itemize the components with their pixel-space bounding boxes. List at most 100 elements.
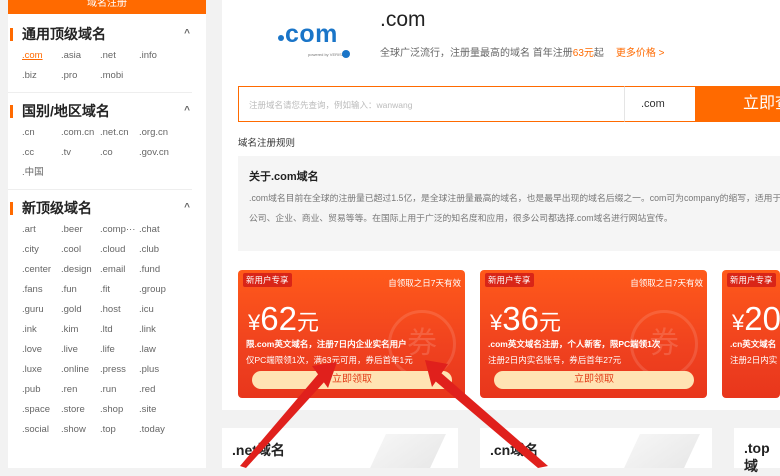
coupon-validity: 自领取之日7天有效	[388, 278, 461, 288]
category-header[interactable]: 新顶级域名 ^	[10, 196, 206, 220]
search-button[interactable]: 立即查询	[696, 86, 780, 122]
tld-link[interactable]: .cool	[61, 240, 100, 260]
tld-link[interactable]: .law	[139, 340, 178, 360]
tld-link[interactable]: .club	[139, 240, 178, 260]
tld-link[interactable]: .beer	[61, 220, 100, 240]
tld-list: .cn .com.cn .net.cn .org.cn .cc .tv .co .gov.cn…	[22, 123, 190, 183]
chevron-up-icon[interactable]: ^	[184, 22, 190, 46]
tld-link[interactable]: .red	[139, 380, 178, 400]
logo-dot	[278, 35, 284, 41]
tld-link[interactable]: .biz	[22, 66, 61, 86]
tld-link[interactable]: .ink	[22, 320, 61, 340]
tld-link[interactable]: .org.cn	[139, 123, 178, 143]
tld-link[interactable]: .guru	[22, 300, 61, 320]
tld-link[interactable]: .love	[22, 340, 61, 360]
tld-link[interactable]: .kim	[61, 320, 100, 340]
tld-link[interactable]: .chat	[139, 220, 178, 240]
desc-prefix: 全球广泛流行，注册量最高的域名 首年注册	[380, 48, 573, 59]
tld-link[interactable]: .fun	[61, 280, 100, 300]
category-header[interactable]: 通用顶级域名 ^	[10, 22, 206, 46]
tld-link[interactable]: .store	[61, 400, 100, 420]
tld-link[interactable]: .net.cn	[100, 123, 139, 143]
tld-link[interactable]: .info	[139, 46, 178, 66]
tld-link[interactable]: .ltd	[100, 320, 139, 340]
tld-link[interactable]: .run	[100, 380, 139, 400]
tld-link[interactable]: .fit	[100, 280, 139, 300]
sidebar: 域名注册 通用顶级域名 ^ .com .asia .net .info .biz .pro .m…	[0, 0, 222, 468]
tld-link[interactable]: .art	[22, 220, 61, 240]
tld-link[interactable]: .pro	[61, 66, 100, 86]
tld-link[interactable]: .pub	[22, 380, 61, 400]
coupon-price: ¥36元	[490, 300, 561, 338]
coupon-unit: 元	[296, 310, 319, 335]
tld-link[interactable]: .online	[61, 360, 100, 380]
top-domain-card[interactable]: .top域	[734, 428, 780, 474]
coupon-rule: 注册2日内实	[730, 355, 778, 365]
tld-link[interactable]: .top	[100, 420, 139, 440]
category-title: 通用顶级域名	[22, 26, 106, 42]
tld-link[interactable]: .social	[22, 420, 61, 440]
tld-link[interactable]: .group	[139, 280, 178, 300]
tld-link[interactable]: .plus	[139, 360, 178, 380]
coupon-price: ¥20	[732, 300, 780, 338]
tld-link[interactable]: .luxe	[22, 360, 61, 380]
claim-button[interactable]: 立即领取	[252, 371, 452, 389]
tld-link[interactable]: .live	[61, 340, 100, 360]
tld-link[interactable]: .center	[22, 260, 61, 280]
currency: ¥	[490, 310, 503, 335]
more-prices-link[interactable]: 更多价格 >	[616, 48, 665, 59]
tld-link[interactable]: .asia	[61, 46, 100, 66]
chevron-up-icon[interactable]: ^	[184, 99, 190, 123]
tld-link[interactable]: .中国	[22, 163, 61, 183]
suffix-select[interactable]: .com	[624, 86, 696, 122]
tld-link[interactable]: .fans	[22, 280, 61, 300]
tld-link[interactable]: .fund	[139, 260, 178, 280]
card-decoration	[624, 434, 700, 468]
tld-link[interactable]: .com	[22, 46, 61, 66]
tld-link[interactable]: .show	[61, 420, 100, 440]
net-domain-card[interactable]: .net域名	[222, 428, 458, 468]
tld-link[interactable]: .cloud	[100, 240, 139, 260]
claim-button[interactable]: 立即领取	[494, 371, 694, 389]
tld-link[interactable]: .city	[22, 240, 61, 260]
about-box: 关于.com域名 .com域名目前在全球的注册量已超过1.5亿，是全球注册量最高…	[238, 156, 780, 251]
tld-link[interactable]: .cn	[22, 123, 61, 143]
tld-link[interactable]: .icu	[139, 300, 178, 320]
tld-link[interactable]: .site	[139, 400, 178, 420]
category-0: 通用顶级域名 ^ .com .asia .net .info .biz .pro .mobi	[8, 22, 206, 86]
tld-link[interactable]: .mobi	[100, 66, 139, 86]
tld-link[interactable]: .press	[100, 360, 139, 380]
category-header[interactable]: 国别/地区域名 ^	[10, 99, 206, 123]
search-input[interactable]: 注册域名请您先查询，例如输入：wanwang	[238, 86, 624, 122]
coupon-card: 券新用户专享¥20.cn英文域名注册2日内实	[722, 270, 780, 398]
coupon-price: ¥62元	[248, 300, 319, 338]
tld-link[interactable]: .email	[100, 260, 139, 280]
tld-link[interactable]: .ren	[61, 380, 100, 400]
tld-link[interactable]: .co	[100, 143, 139, 163]
chevron-up-icon[interactable]: ^	[184, 196, 190, 220]
tld-link[interactable]: .host	[100, 300, 139, 320]
divider	[8, 92, 192, 93]
card-decoration	[370, 434, 446, 468]
tld-link[interactable]: .gov.cn	[139, 143, 178, 163]
tld-link[interactable]: .com.cn	[61, 123, 100, 143]
coupon-condition: 限.com英文域名，注册7日内企业实名用户	[246, 339, 407, 349]
tld-list: .art .beer .comp··· .chat .city .cool .cloud .c…	[22, 220, 190, 440]
com-logo: com powered by VERISIGN	[268, 14, 360, 58]
tld-link[interactable]: .life	[100, 340, 139, 360]
tld-link[interactable]: .today	[139, 420, 178, 440]
tld-link[interactable]: .space	[22, 400, 61, 420]
divider	[8, 189, 192, 190]
tld-link[interactable]: .design	[61, 260, 100, 280]
cn-domain-card[interactable]: .cn域名	[480, 428, 712, 468]
category-title: 国别/地区域名	[22, 103, 110, 119]
tld-link[interactable]: .net	[100, 46, 139, 66]
tld-link[interactable]: .comp···	[100, 220, 139, 240]
tld-link[interactable]: .gold	[61, 300, 100, 320]
tld-link[interactable]: .tv	[61, 143, 100, 163]
tld-link[interactable]: .cc	[22, 143, 61, 163]
new-user-tag: 新用户专享	[727, 273, 776, 287]
registration-rules-link[interactable]: 域名注册规则	[238, 135, 295, 149]
tld-link[interactable]: .shop	[100, 400, 139, 420]
tld-link[interactable]: .link	[139, 320, 178, 340]
